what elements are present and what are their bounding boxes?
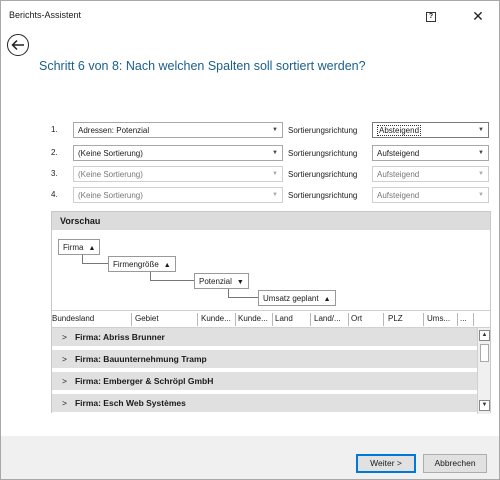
column-header[interactable]: PLZ [388,314,403,323]
column-separator [272,313,273,326]
column-separator [383,313,384,326]
sort-direction-select-4[interactable]: Aufsteigend ▼ [372,187,489,203]
sort-column-select-2[interactable]: (Keine Sortierung) ▼ [73,145,283,161]
group-by-area: Firma ▲ Firmengröße ▲ Potenzial ▼ Umsatz ge… [52,230,490,320]
group-rows: > Firma: Abriss Brunner > Firma: Bauuntern… [52,328,477,414]
sort-column-select-3[interactable]: (Keine Sortierung) ▼ [73,166,283,182]
expand-chevron-icon[interactable]: > [62,354,67,364]
step-heading: Schritt 6 von 8: Nach welchen Spalten so… [39,59,366,73]
scroll-thumb[interactable] [480,344,489,362]
sort-row-2: 2. (Keine Sortierung) ▼ Sortierungsrichtu… [1,145,499,161]
sort-row-3: 3. (Keine Sortierung) ▼ Sortierungsrichtu… [1,166,499,182]
sort-direction-select-1[interactable]: Absteigend ▼ [372,122,489,138]
group-row[interactable]: > Firma: Abriss Brunner [52,328,477,348]
dropdown-arrow-icon: ▼ [478,171,484,177]
group-chip-firma[interactable]: Firma ▲ [58,239,101,255]
group-connector [82,255,108,264]
column-separator [131,313,132,326]
column-header[interactable]: Ort [351,314,362,323]
group-chip-firmengroesse[interactable]: Firmengröße ▲ [108,256,176,272]
sort-descending-icon: ▼ [236,279,244,286]
group-row[interactable]: > Firma: Bauunternehmung Tramp [52,350,477,370]
back-button[interactable] [7,34,29,56]
sort-direction-label: Sortierungsrichtung [288,191,358,200]
column-separator [235,313,236,326]
button-bar: Weiter > Abbrechen [1,436,499,479]
column-separator [473,313,474,326]
group-chip-umsatz-geplant[interactable]: Umsatz geplant ▲ [258,290,336,306]
sort-row-number: 1. [51,125,58,134]
sort-ascending-icon: ▲ [163,262,171,269]
dropdown-arrow-icon: ▼ [478,150,484,156]
column-header[interactable]: Kunde... [201,314,235,323]
dropdown-arrow-icon: ▼ [272,192,278,198]
sort-column-select-1[interactable]: Adressen: Potenzial ▼ [73,122,283,138]
column-separator [457,313,458,326]
sort-column-select-4[interactable]: (Keine Sortierung) ▼ [73,187,283,203]
scroll-up-icon[interactable]: ▲ [479,330,490,341]
expand-chevron-icon[interactable]: > [62,376,67,386]
sort-row-4: 4. (Keine Sortierung) ▼ Sortierungsrichtu… [1,187,499,203]
sort-direction-label: Sortierungsrichtung [288,170,358,179]
sort-row-number: 4. [51,190,58,199]
column-header[interactable]: Land/... [314,314,348,323]
column-separator [197,313,198,326]
group-connector [228,289,258,298]
column-header[interactable]: Kunde... [238,314,272,323]
column-header[interactable]: Ums... [427,314,457,323]
group-chip-potenzial[interactable]: Potenzial ▼ [194,273,249,289]
column-separator [423,313,424,326]
report-wizard-window: Berichts-Assistent ? ✕ Schritt 6 von 8: … [0,0,500,480]
sort-direction-label: Sortierungsrichtung [288,149,358,158]
cancel-button[interactable]: Abbrechen [423,454,487,473]
sort-ascending-icon: ▲ [88,245,96,252]
help-button[interactable]: ? [419,7,443,27]
column-header-row: Bundesland Gebiet Kunde... Kunde... Land… [52,310,490,328]
column-separator [310,313,311,326]
column-header[interactable]: Bundesland [52,314,94,323]
expand-chevron-icon[interactable]: > [62,332,67,342]
dropdown-arrow-icon: ▼ [478,127,484,133]
group-row[interactable]: > Firma: Emberger & Schröpl GmbH [52,372,477,392]
group-connector [150,272,194,281]
column-header[interactable]: Land [275,314,293,323]
sort-ascending-icon: ▲ [323,296,331,303]
group-row[interactable]: > Firma: Esch Web Systèmes [52,394,477,414]
sort-row-number: 3. [51,169,58,178]
column-header[interactable]: Gebiet [135,314,159,323]
column-header[interactable]: ... [460,314,467,323]
help-icon: ? [426,12,436,22]
column-separator [348,313,349,326]
sort-row-1: 1. Adressen: Potenzial ▼ Sortierungsricht… [1,122,499,138]
next-button[interactable]: Weiter > [356,454,416,473]
preview-title: Vorschau [52,212,490,230]
dropdown-arrow-icon: ▼ [272,171,278,177]
sort-direction-select-2[interactable]: Aufsteigend ▼ [372,145,489,161]
expand-chevron-icon[interactable]: > [62,398,67,408]
preview-panel: Vorschau Firma ▲ Firmengröße ▲ Potenzial ▼ … [51,211,491,414]
sort-row-number: 2. [51,148,58,157]
close-icon: ✕ [472,7,484,24]
dropdown-arrow-icon: ▼ [272,127,278,133]
back-arrow-icon [11,39,24,51]
title-bar: Berichts-Assistent ? ✕ [1,1,499,31]
scroll-down-icon[interactable]: ▼ [479,400,490,411]
dropdown-arrow-icon: ▼ [478,192,484,198]
close-button[interactable]: ✕ [463,5,493,27]
vertical-scrollbar[interactable]: ▲ ▼ [477,328,490,414]
sort-direction-label: Sortierungsrichtung [288,126,358,135]
sort-direction-select-3[interactable]: Aufsteigend ▼ [372,166,489,182]
window-title: Berichts-Assistent [9,10,82,20]
dropdown-arrow-icon: ▼ [272,150,278,156]
